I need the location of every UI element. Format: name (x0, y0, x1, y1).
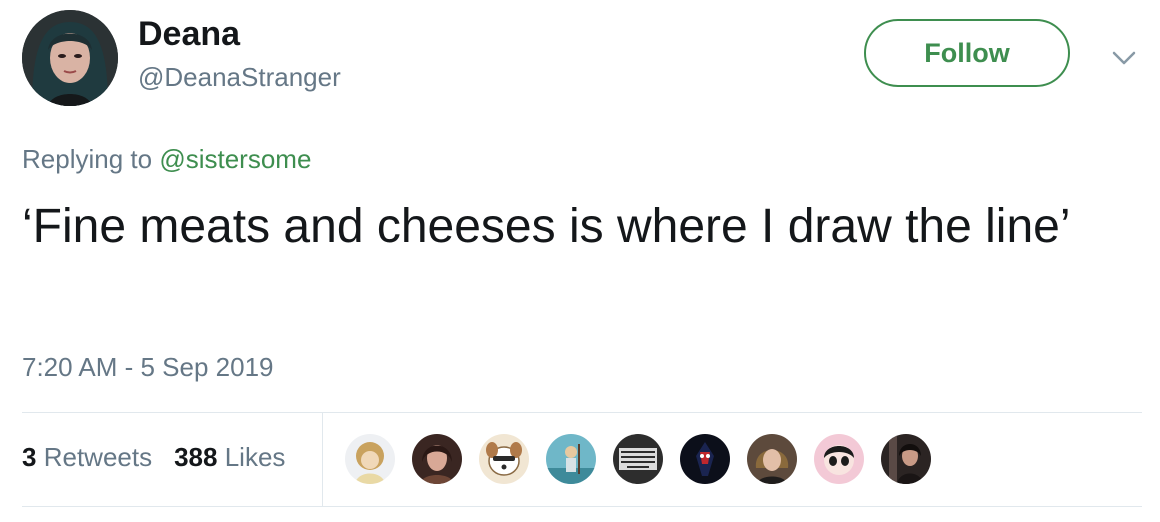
chevron-down-icon[interactable] (1110, 46, 1138, 70)
cartoon-girl-avatar-icon (814, 434, 864, 484)
divider (22, 412, 1142, 413)
reply-context-prefix: Replying to (22, 144, 153, 174)
follow-button[interactable]: Follow (864, 19, 1070, 87)
reply-context: Replying to @sistersome (22, 144, 311, 175)
likes-label: Likes (224, 442, 286, 472)
cartoon-dog-avatar-icon (479, 434, 529, 484)
cartoon-figure-avatar-icon (546, 434, 596, 484)
author-display-name[interactable]: Deana (138, 15, 240, 54)
person-avatar-icon (747, 434, 797, 484)
liker-avatar[interactable] (546, 434, 596, 484)
tweet-text: ‘Fine meats and cheeses is where I draw … (22, 200, 1071, 253)
liker-avatar[interactable] (680, 434, 730, 484)
retweets-count: 3 (22, 442, 37, 472)
liker-avatar[interactable] (814, 434, 864, 484)
liker-avatar[interactable] (747, 434, 797, 484)
liker-avatar[interactable] (613, 434, 663, 484)
person-avatar-icon (881, 434, 931, 484)
reply-mention-link[interactable]: @sistersome (159, 144, 311, 174)
cartoon-avatar-icon (345, 434, 395, 484)
tweet-stats: 3 Retweets 388 Likes (22, 442, 285, 473)
divider (22, 506, 1142, 507)
author-handle[interactable]: @DeanaStranger (138, 62, 341, 93)
author-avatar-image (22, 10, 118, 106)
retweets-stat[interactable]: 3 Retweets (22, 442, 152, 473)
liker-avatar[interactable] (881, 434, 931, 484)
text-badge-avatar-icon (613, 434, 663, 484)
tweet-timestamp[interactable]: 7:20 AM - 5 Sep 2019 (22, 352, 274, 383)
liker-avatar[interactable] (345, 434, 395, 484)
liker-avatar[interactable] (412, 434, 462, 484)
likes-count: 388 (174, 442, 218, 472)
spider-hero-avatar-icon (680, 434, 730, 484)
liker-avatar[interactable] (479, 434, 529, 484)
author-avatar[interactable] (22, 10, 118, 106)
likes-stat[interactable]: 388 Likes (174, 442, 285, 473)
liker-avatars (345, 434, 948, 484)
retweets-label: Retweets (43, 442, 153, 472)
person-avatar-icon (412, 434, 462, 484)
divider (322, 413, 323, 506)
